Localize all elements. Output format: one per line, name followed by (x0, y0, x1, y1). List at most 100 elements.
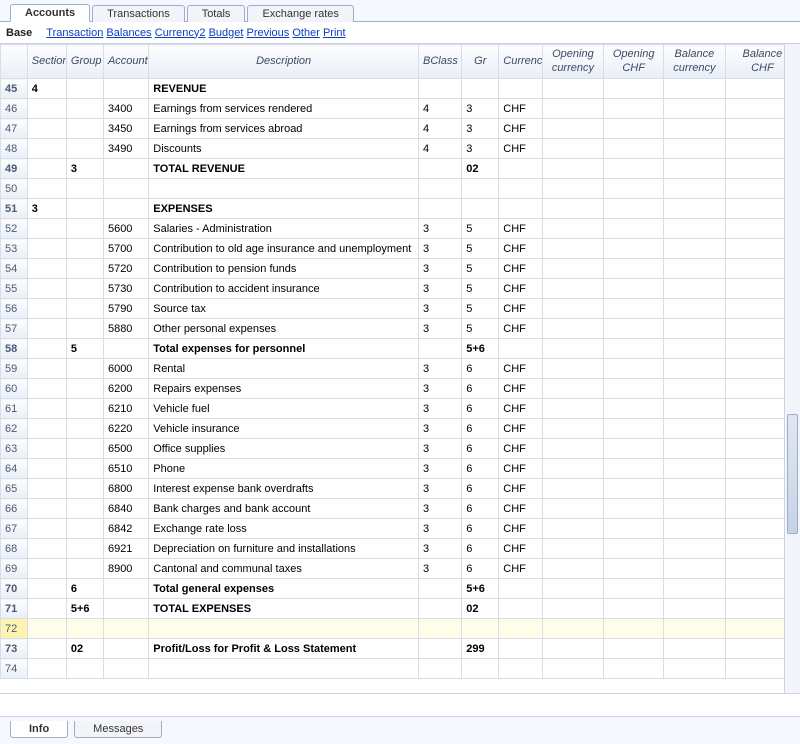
cell[interactable] (604, 119, 664, 139)
cell[interactable] (419, 659, 462, 679)
cell[interactable]: CHF (499, 459, 542, 479)
cell[interactable]: Other personal expenses (149, 319, 419, 339)
cell[interactable]: 3 (462, 139, 499, 159)
cell[interactable]: 6 (462, 399, 499, 419)
cell[interactable] (664, 479, 726, 499)
cell[interactable] (604, 399, 664, 419)
cell[interactable] (604, 459, 664, 479)
cell[interactable] (27, 359, 66, 379)
cell[interactable] (604, 539, 664, 559)
cell[interactable] (27, 419, 66, 439)
cell[interactable] (542, 519, 604, 539)
cell[interactable] (664, 79, 726, 99)
cell[interactable] (419, 619, 462, 639)
cell[interactable]: 5700 (103, 239, 148, 259)
cell[interactable]: 5730 (103, 279, 148, 299)
cell[interactable] (149, 659, 419, 679)
cell[interactable] (542, 299, 604, 319)
cell[interactable]: 3 (419, 319, 462, 339)
cell[interactable] (66, 499, 103, 519)
cell[interactable] (664, 619, 726, 639)
cell[interactable]: CHF (499, 439, 542, 459)
cell[interactable] (27, 619, 66, 639)
cell[interactable] (66, 299, 103, 319)
cell[interactable]: 6 (462, 519, 499, 539)
link-currency2[interactable]: Currency2 (155, 27, 206, 39)
cell[interactable] (542, 439, 604, 459)
cell[interactable] (27, 299, 66, 319)
cell[interactable]: 6 (66, 579, 103, 599)
cell[interactable] (27, 219, 66, 239)
cell[interactable] (27, 519, 66, 539)
cell[interactable]: 52 (1, 219, 28, 239)
cell[interactable] (664, 659, 726, 679)
cell[interactable] (27, 579, 66, 599)
cell[interactable]: 55 (1, 279, 28, 299)
cell[interactable]: Profit/Loss for Profit & Loss Statement (149, 639, 419, 659)
link-previous[interactable]: Previous (247, 27, 290, 39)
cell[interactable]: 3 (419, 379, 462, 399)
cell[interactable] (664, 459, 726, 479)
cell[interactable]: 6500 (103, 439, 148, 459)
cell[interactable] (149, 179, 419, 199)
cell[interactable] (66, 419, 103, 439)
top-tab-transactions[interactable]: Transactions (92, 5, 185, 22)
cell[interactable]: 46 (1, 99, 28, 119)
cell[interactable] (664, 139, 726, 159)
cell[interactable] (604, 419, 664, 439)
cell[interactable]: 62 (1, 419, 28, 439)
cell[interactable]: 64 (1, 459, 28, 479)
cell[interactable]: Cantonal and communal taxes (149, 559, 419, 579)
cell[interactable]: Phone (149, 459, 419, 479)
cell[interactable] (604, 179, 664, 199)
cell[interactable] (419, 339, 462, 359)
cell[interactable]: CHF (499, 219, 542, 239)
cell[interactable]: 3 (27, 199, 66, 219)
cell[interactable] (664, 579, 726, 599)
cell[interactable] (604, 99, 664, 119)
table-row[interactable]: 513EXPENSES (1, 199, 800, 219)
table-row[interactable]: 656800Interest expense bank overdrafts36… (1, 479, 800, 499)
cell[interactable]: 5790 (103, 299, 148, 319)
cell[interactable] (27, 479, 66, 499)
cell[interactable]: 02 (462, 599, 499, 619)
cell[interactable]: 5 (462, 279, 499, 299)
cell[interactable] (542, 659, 604, 679)
cell[interactable] (542, 259, 604, 279)
cell[interactable]: 3 (419, 239, 462, 259)
cell[interactable]: TOTAL EXPENSES (149, 599, 419, 619)
cell[interactable] (542, 319, 604, 339)
cell[interactable] (604, 359, 664, 379)
table-row[interactable]: 483490Discounts43CHF (1, 139, 800, 159)
cell[interactable] (664, 359, 726, 379)
cell[interactable]: Source tax (149, 299, 419, 319)
table-row[interactable]: 596000Rental36CHF (1, 359, 800, 379)
cell[interactable] (419, 79, 462, 99)
table-row[interactable]: 72 (1, 619, 800, 639)
cell[interactable] (66, 79, 103, 99)
col-header-balance-currency[interactable]: Balance currency (664, 45, 726, 79)
cell[interactable]: 3 (419, 559, 462, 579)
cell[interactable] (103, 579, 148, 599)
cell[interactable]: 68 (1, 539, 28, 559)
cell[interactable]: CHF (499, 499, 542, 519)
cell[interactable]: 54 (1, 259, 28, 279)
cell[interactable] (542, 79, 604, 99)
link-balances[interactable]: Balances (106, 27, 151, 39)
cell[interactable] (664, 559, 726, 579)
cell[interactable]: 5 (462, 219, 499, 239)
col-header-currency[interactable]: Currency (499, 45, 542, 79)
cell[interactable]: CHF (499, 479, 542, 499)
col-header-section[interactable]: Section (27, 45, 66, 79)
cell[interactable] (27, 639, 66, 659)
cell[interactable] (499, 79, 542, 99)
cell[interactable]: 51 (1, 199, 28, 219)
table-row[interactable]: 698900Cantonal and communal taxes36CHF (1, 559, 800, 579)
cell[interactable] (66, 539, 103, 559)
cell[interactable] (604, 559, 664, 579)
cell[interactable] (66, 659, 103, 679)
cell[interactable] (664, 219, 726, 239)
cell[interactable]: Office supplies (149, 439, 419, 459)
col-header-opening-currency[interactable]: Opening currency (542, 45, 604, 79)
cell[interactable]: 5720 (103, 259, 148, 279)
